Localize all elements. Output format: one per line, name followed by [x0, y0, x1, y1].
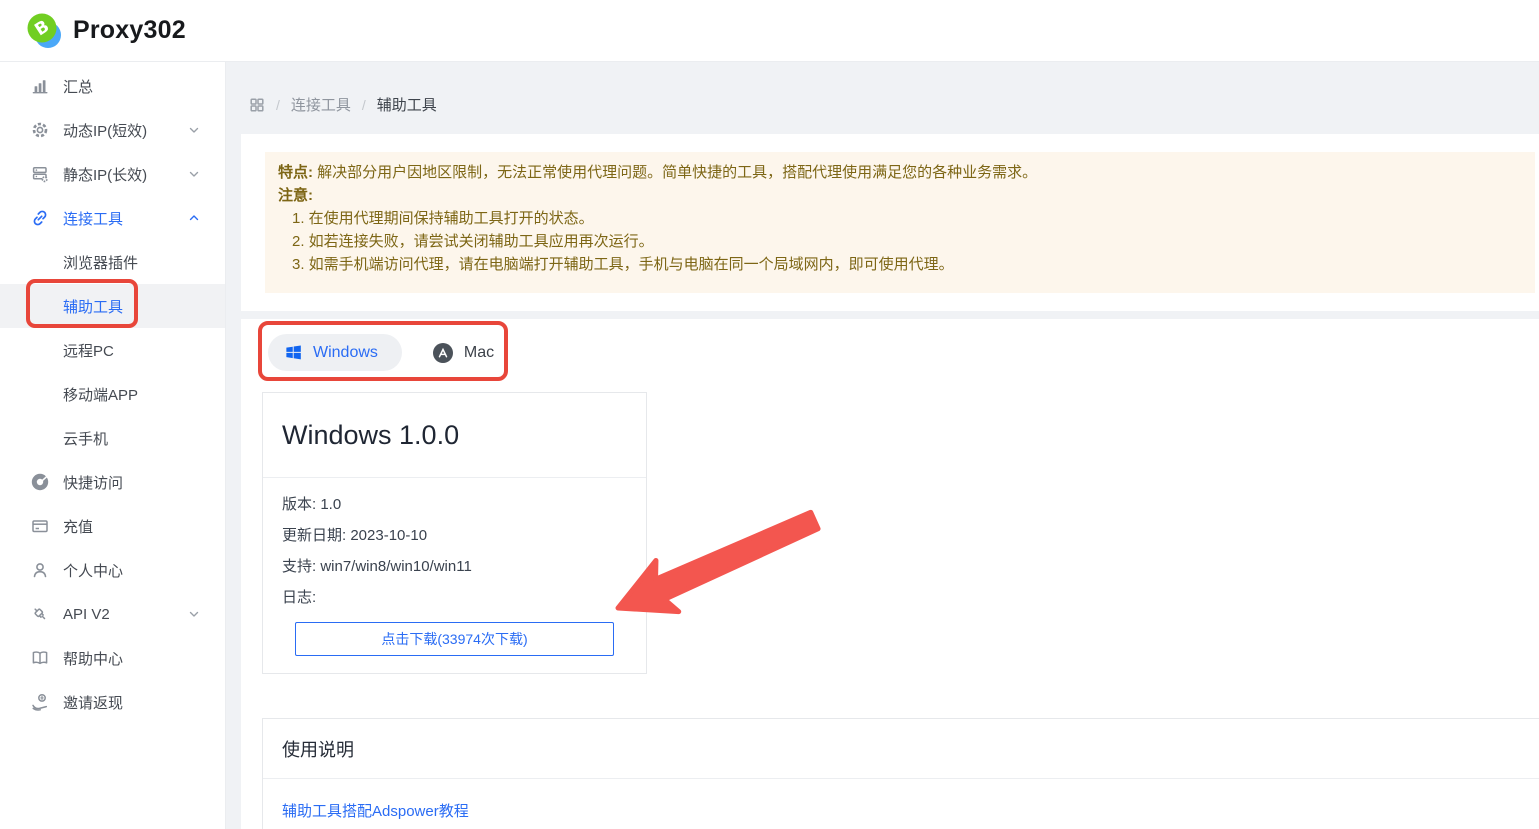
- sidebar-item-invite-rebate[interactable]: 邀请返现: [0, 680, 225, 724]
- sidebar-item-label: 帮助中心: [63, 648, 123, 669]
- usage-body: 辅助工具搭配Adspower教程: [263, 779, 1539, 829]
- sidebar-item-quick-access[interactable]: 快捷访问: [0, 460, 225, 504]
- brand-logo[interactable]: B Proxy302: [24, 11, 186, 51]
- chevron-down-icon: [188, 168, 200, 180]
- tab-windows[interactable]: Windows: [268, 334, 402, 371]
- sidebar-item-label: 静态IP(长效): [63, 164, 147, 185]
- version-line: 版本: 1.0: [282, 495, 627, 514]
- sidebar-item-label: 远程PC: [63, 340, 114, 361]
- sidebar-item-api-v2[interactable]: API V2: [0, 592, 225, 636]
- download-card-body: 版本: 1.0 更新日期: 2023-10-10 支持: win7/win8/w…: [263, 478, 646, 656]
- sidebar-item-summary[interactable]: 汇总: [0, 64, 225, 108]
- usage-card: 使用说明 辅助工具搭配Adspower教程: [262, 718, 1539, 829]
- chevron-down-icon: [188, 124, 200, 136]
- gear-icon: [30, 120, 50, 140]
- sidebar-item-browser-plugin[interactable]: 浏览器插件: [0, 240, 225, 284]
- sidebar-item-label: 浏览器插件: [63, 252, 138, 273]
- sidebar-item-label: 移动端APP: [63, 384, 138, 405]
- chevron-down-icon: [188, 608, 200, 620]
- link-icon: [30, 208, 50, 228]
- sidebar-item-label: 云手机: [63, 428, 108, 449]
- sidebar-item-personal-center[interactable]: 个人中心: [0, 548, 225, 592]
- sidebar-item-mobile-app[interactable]: 移动端APP: [0, 372, 225, 416]
- tab-windows-label: Windows: [313, 344, 378, 362]
- notice-note-1: 1. 在使用代理期间保持辅助工具打开的状态。: [278, 207, 1519, 230]
- sidebar-item-label: 汇总: [63, 76, 93, 97]
- platform-tabs: Windows Mac: [268, 334, 494, 371]
- notice-card: 特点: 解决部分用户因地区限制，无法正常使用代理问题。简单快捷的工具，搭配代理使…: [241, 134, 1539, 311]
- notice-feature-text: 解决部分用户因地区限制，无法正常使用代理问题。简单快捷的工具，搭配代理使用满足您…: [317, 164, 1037, 181]
- sidebar-item-helper-tool[interactable]: 辅助工具: [0, 284, 225, 328]
- notice-note-label: 注意:: [278, 184, 1519, 207]
- sidebar-item-label: 邀请返现: [63, 692, 123, 713]
- top-bar: B Proxy302: [0, 0, 1539, 62]
- sidebar-item-label: 辅助工具: [63, 296, 123, 317]
- breadcrumb: / 连接工具 / 辅助工具: [249, 94, 437, 115]
- user-icon: [30, 560, 50, 580]
- brand-name: Proxy302: [73, 16, 186, 45]
- credit-card-icon: [30, 516, 50, 536]
- sidebar-item-dynamic-ip[interactable]: 动态IP(短效): [0, 108, 225, 152]
- grid-icon[interactable]: [249, 97, 265, 113]
- support-line: 支持: win7/win8/win10/win11: [282, 557, 627, 576]
- plug-icon: [30, 604, 50, 624]
- log-line: 日志:: [282, 588, 627, 607]
- notice-feature-label: 特点:: [278, 164, 313, 181]
- sidebar-item-help-center[interactable]: 帮助中心: [0, 636, 225, 680]
- notice-feature-line: 特点: 解决部分用户因地区限制，无法正常使用代理问题。简单快捷的工具，搭配代理使…: [278, 161, 1519, 184]
- sidebar-item-label: 充值: [63, 516, 93, 537]
- sidebar-item-label: 快捷访问: [63, 472, 123, 493]
- windows-logo-icon: [284, 343, 303, 362]
- notice-note-3: 3. 如需手机端访问代理，请在电脑端打开辅助工具，手机与电脑在同一个局域网内，即…: [278, 253, 1519, 276]
- adspower-tutorial-link[interactable]: 辅助工具搭配Adspower教程: [282, 803, 469, 820]
- apple-appstore-icon: [432, 342, 454, 364]
- sidebar-item-connection-tools[interactable]: 连接工具: [0, 196, 225, 240]
- sidebar-item-label: 个人中心: [63, 560, 123, 581]
- hand-money-icon: [30, 692, 50, 712]
- tab-mac-label: Mac: [464, 344, 494, 362]
- main-content: / 连接工具 / 辅助工具 特点: 解决部分用户因地区限制，无法正常使用代理问题…: [226, 62, 1539, 829]
- notice-banner: 特点: 解决部分用户因地区限制，无法正常使用代理问题。简单快捷的工具，搭配代理使…: [265, 152, 1535, 293]
- download-card: Windows 1.0.0 版本: 1.0 更新日期: 2023-10-10 支…: [262, 392, 647, 674]
- sidebar-item-recharge[interactable]: 充值: [0, 504, 225, 548]
- content-card: Windows Mac Windows 1.0.0 版本: 1.0 更新日期: …: [241, 319, 1539, 829]
- server-gear-icon: [30, 164, 50, 184]
- download-button[interactable]: 点击下载(33974次下载): [295, 622, 614, 656]
- breadcrumb-separator: /: [276, 97, 280, 113]
- proxy302-logo-icon: B: [24, 11, 64, 51]
- compass-icon: [30, 472, 50, 492]
- tab-mac[interactable]: Mac: [432, 342, 494, 364]
- bar-chart-icon: [30, 76, 50, 96]
- sidebar-item-static-ip[interactable]: 静态IP(长效): [0, 152, 225, 196]
- chevron-up-icon: [188, 212, 200, 224]
- breadcrumb-item-connection-tools[interactable]: 连接工具: [291, 94, 351, 115]
- sidebar-item-remote-pc[interactable]: 远程PC: [0, 328, 225, 372]
- usage-title: 使用说明: [263, 719, 1539, 779]
- update-date-line: 更新日期: 2023-10-10: [282, 526, 627, 545]
- sidebar-item-label: 连接工具: [63, 208, 123, 229]
- notice-note-2: 2. 如若连接失败，请尝试关闭辅助工具应用再次运行。: [278, 230, 1519, 253]
- book-icon: [30, 648, 50, 668]
- breadcrumb-item-helper-tool: 辅助工具: [377, 94, 437, 115]
- download-card-header: Windows 1.0.0: [263, 393, 646, 478]
- sidebar: 汇总 动态IP(短效) 静态IP(长效) 连接工具 浏览器插件 辅助工具 远程P…: [0, 62, 226, 829]
- download-card-title: Windows 1.0.0: [282, 420, 459, 451]
- sidebar-item-cloud-phone[interactable]: 云手机: [0, 416, 225, 460]
- breadcrumb-separator: /: [362, 97, 366, 113]
- sidebar-item-label: 动态IP(短效): [63, 120, 147, 141]
- sidebar-item-label: API V2: [63, 606, 110, 623]
